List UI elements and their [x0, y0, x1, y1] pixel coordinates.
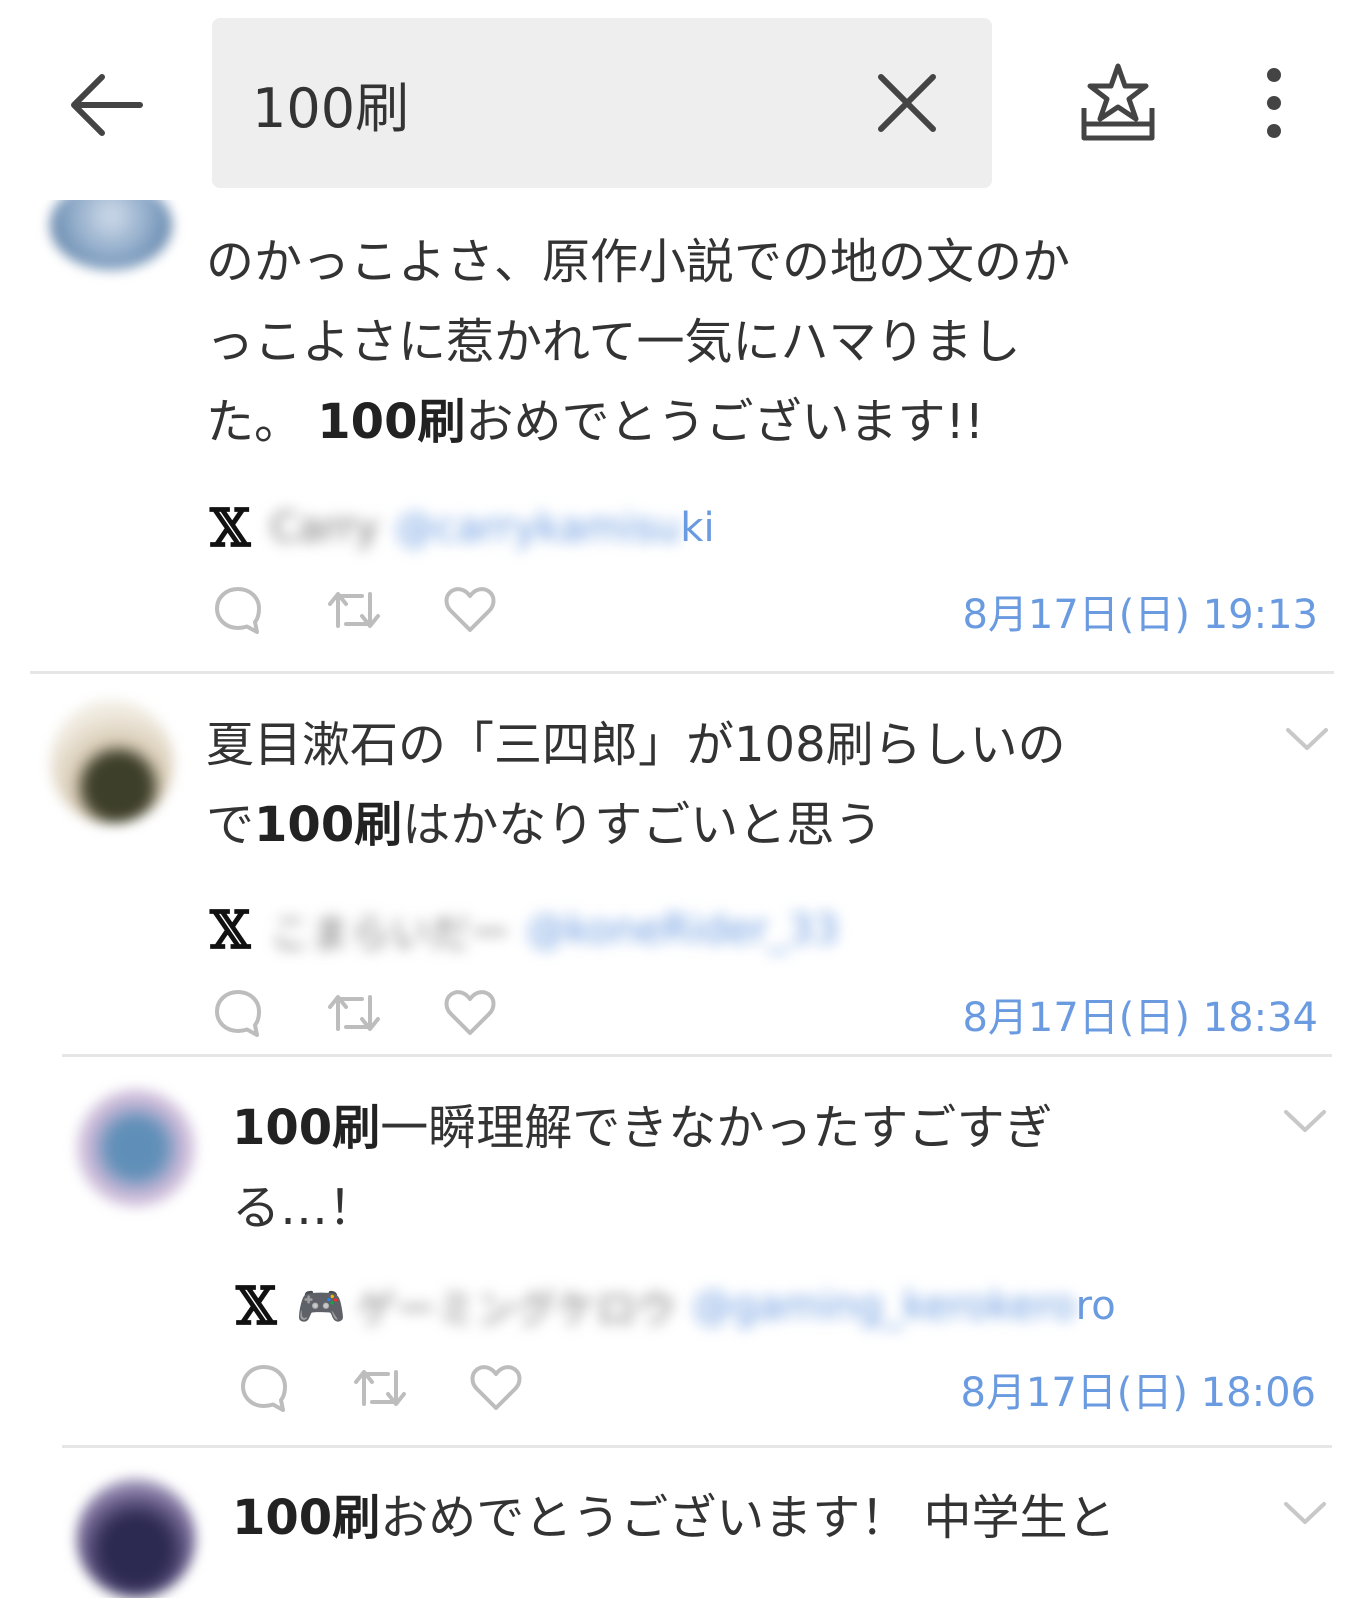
close-icon — [878, 74, 936, 132]
x-logo-icon: 𝕏 — [236, 1275, 277, 1337]
author-name: Carry — [270, 505, 379, 551]
text-segment: 夏目漱石の「三四郎」が108刷らしいの — [206, 717, 1066, 773]
avatar[interactable] — [76, 1088, 196, 1208]
text-line: のかっこよさ、原作小説での地の文のか — [206, 222, 1070, 302]
text-segment: た。 — [206, 394, 318, 450]
repost-button[interactable] — [324, 580, 384, 640]
save-search-button[interactable] — [1078, 60, 1158, 146]
x-logo-icon: 𝕏 — [210, 497, 251, 559]
text-line: た。 100刷おめでとうございます!! — [206, 382, 1070, 462]
post-actions — [234, 1358, 582, 1418]
post-source[interactable]: 𝕏 🎮 ゲーミングケロウ @gaming_kerokero ro — [236, 1275, 1116, 1337]
author-emoji: 🎮 — [296, 1283, 347, 1330]
author-handle: @koneRider_33 — [526, 907, 839, 953]
text-segment: っこよさに惹かれて一気にハマりまし — [206, 314, 1021, 370]
text-line: る…！ — [232, 1168, 1053, 1248]
post-timestamp[interactable]: 8月17日(日) 18:34 — [962, 985, 1318, 1043]
text-segment: おめでとうございます！ 中学生と — [380, 1490, 1116, 1546]
author-handle-suffix: ki — [680, 505, 715, 551]
post-timestamp[interactable]: 8月17日(日) 18:06 — [960, 1360, 1316, 1418]
reply-icon — [215, 990, 261, 1037]
post-text: 100刷おめでとうございます！ 中学生と — [232, 1478, 1115, 1558]
repost-icon — [328, 995, 380, 1031]
reply-button[interactable] — [208, 580, 268, 640]
text-line: 100刷一瞬理解できなかったすごすぎ — [232, 1088, 1053, 1168]
text-segment: はかなりすごいと思う — [402, 797, 883, 853]
text-line: っこよさに惹かれて一気にハマりまし — [206, 302, 1070, 382]
like-button[interactable] — [440, 580, 500, 640]
like-button[interactable] — [466, 1358, 526, 1418]
post-actions — [208, 580, 556, 640]
text-segment: おめでとうございます!! — [465, 394, 984, 450]
author-name: こまらいだー — [270, 911, 511, 957]
text-line: で100刷はかなりすごいと思う — [206, 785, 1066, 865]
repost-button[interactable] — [324, 983, 384, 1043]
highlighted-term: 100刷 — [232, 1100, 381, 1156]
text-segment: る…！ — [232, 1180, 377, 1236]
reply-button[interactable] — [234, 1358, 294, 1418]
search-box — [212, 18, 992, 188]
highlighted-term: 100刷 — [254, 797, 403, 853]
chevron-down-icon[interactable] — [1280, 1492, 1330, 1532]
repost-icon — [328, 592, 380, 628]
post-source[interactable]: 𝕏 こまらいだー @koneRider_33 — [210, 899, 839, 961]
chevron-down-icon[interactable] — [1280, 1100, 1330, 1140]
author-handle: @gaming_kerokero — [692, 1283, 1076, 1329]
x-logo-icon: 𝕏 — [210, 899, 251, 961]
heart-icon — [444, 990, 496, 1035]
text-line: 100刷おめでとうございます！ 中学生と — [232, 1478, 1115, 1558]
more-options-button[interactable] — [1244, 60, 1304, 146]
post-text: 100刷一瞬理解できなかったすごすぎ る…！ — [232, 1088, 1053, 1248]
arrow-left-icon — [71, 74, 143, 136]
save-star-tray-icon — [1081, 63, 1155, 141]
heart-icon — [444, 587, 496, 632]
post-divider — [30, 671, 1334, 674]
avatar[interactable] — [50, 700, 174, 824]
chevron-down-icon[interactable] — [1282, 718, 1332, 758]
post-source[interactable]: 𝕏 Carry @carrykamisu ki — [210, 497, 715, 559]
back-button[interactable] — [58, 60, 154, 150]
text-segment: のかっこよさ、原作小説での地の文のか — [206, 234, 1071, 290]
search-input[interactable] — [252, 63, 832, 143]
reply-icon — [241, 1365, 287, 1412]
author-handle: @carrykamisu — [394, 505, 681, 551]
text-segment: 一瞬理解できなかったすごすぎ — [380, 1100, 1053, 1156]
repost-button[interactable] — [350, 1358, 410, 1418]
text-segment: で — [206, 797, 255, 853]
like-button[interactable] — [440, 983, 500, 1043]
reply-icon — [215, 587, 261, 634]
post-actions — [208, 983, 556, 1043]
avatar[interactable] — [76, 1478, 196, 1598]
post-divider — [62, 1054, 1332, 1057]
repost-icon — [354, 1370, 406, 1406]
post-text: のかっこよさ、原作小説での地の文のか っこよさに惹かれて一気にハマりまし た。 … — [206, 222, 1070, 462]
text-line: 夏目漱石の「三四郎」が108刷らしいの — [206, 705, 1066, 785]
post-timestamp[interactable]: 8月17日(日) 19:13 — [962, 582, 1318, 640]
post-text: 夏目漱石の「三四郎」が108刷らしいの で100刷はかなりすごいと思う — [206, 705, 1066, 865]
post-divider — [62, 1445, 1332, 1448]
clear-search-button[interactable] — [872, 68, 942, 138]
author-name: ゲーミングケロウ — [356, 1287, 677, 1333]
more-vertical-icon — [1267, 68, 1281, 138]
author-handle-suffix: ro — [1075, 1283, 1116, 1329]
highlighted-term: 100刷 — [232, 1490, 381, 1546]
reply-button[interactable] — [208, 983, 268, 1043]
highlighted-term: 100刷 — [317, 394, 466, 450]
search-header — [0, 0, 1364, 200]
heart-icon — [470, 1365, 522, 1410]
